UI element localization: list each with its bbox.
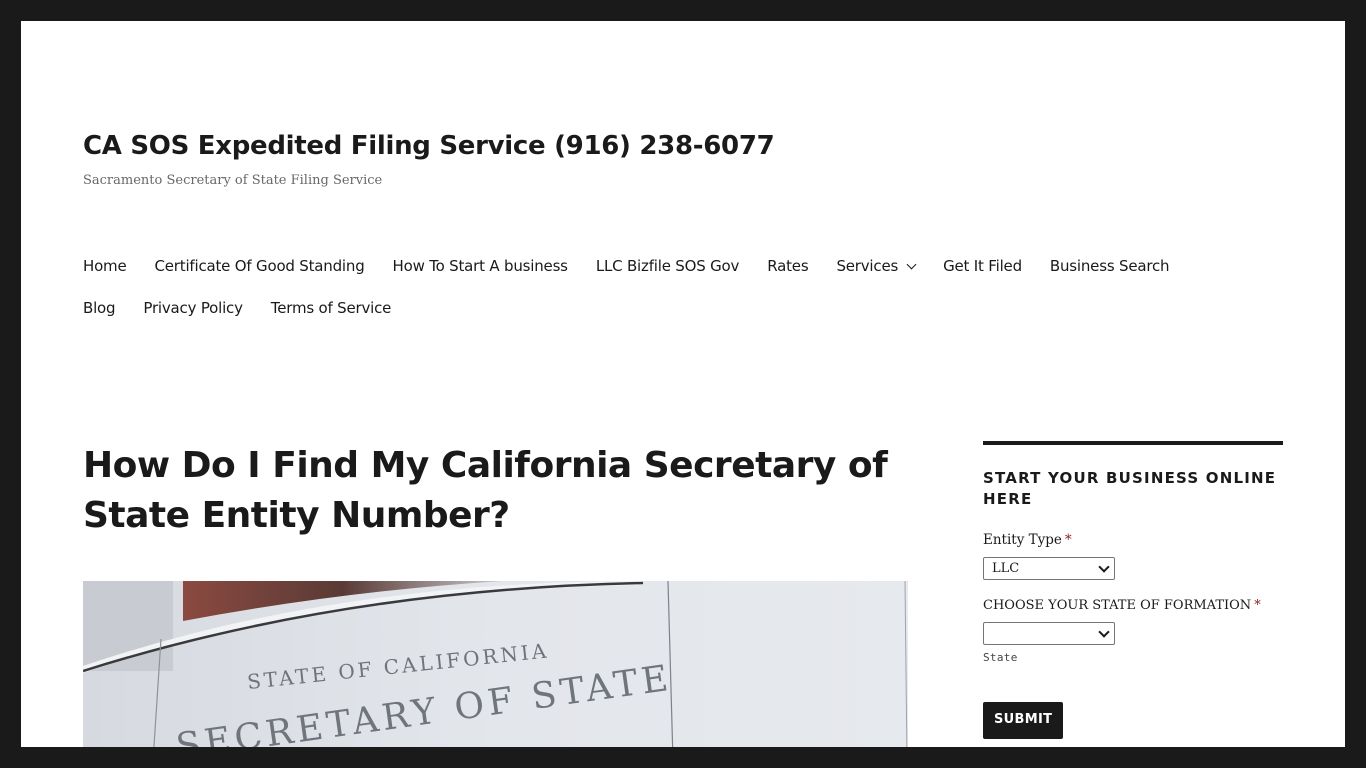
nav-item-privacy-policy[interactable]: Privacy Policy: [143, 299, 243, 317]
sidebar-widget: START YOUR BUSINESS ONLINE HERE Entity T…: [983, 441, 1283, 739]
featured-image: STATE OF CALIFORNIA SECRETARY OF STATE: [83, 581, 908, 747]
nav-item-services[interactable]: Services: [836, 257, 917, 275]
state-sublabel: State: [983, 651, 1018, 664]
nav-label: Blog: [83, 299, 116, 317]
nav-row-2: Blog Privacy Policy Terms of Service: [83, 295, 1293, 321]
nav-item-rates[interactable]: Rates: [767, 257, 808, 275]
required-asterisk: *: [1064, 532, 1072, 548]
entity-type-label: Entity Type *: [983, 532, 1283, 548]
chevron-down-icon: [1098, 560, 1110, 573]
nav-label: Terms of Service: [270, 299, 392, 317]
secretary-of-state-sign-image: STATE OF CALIFORNIA SECRETARY OF STATE: [83, 581, 908, 747]
nav-label: How To Start A business: [392, 257, 568, 275]
nav-label: Business Search: [1049, 257, 1170, 275]
site-description: Sacramento Secretary of State Filing Ser…: [83, 173, 383, 188]
chevron-down-icon[interactable]: [906, 259, 917, 269]
nav-item-blog[interactable]: Blog: [83, 299, 116, 317]
entity-type-value: LLC: [992, 561, 1020, 576]
state-of-formation-label-text: CHOOSE YOUR STATE OF FORMATION: [983, 598, 1252, 613]
nav-item-how-to-start-a-business[interactable]: How To Start A business: [393, 257, 568, 275]
entity-type-label-text: Entity Type: [983, 532, 1062, 548]
chevron-down-icon: [1098, 625, 1110, 638]
nav-label: Get It Filed: [943, 257, 1022, 275]
required-asterisk: *: [1254, 598, 1261, 613]
entity-type-select[interactable]: LLC: [983, 557, 1115, 580]
state-of-formation-label: CHOOSE YOUR STATE OF FORMATION *: [983, 598, 1283, 613]
nav-label: Home: [83, 257, 127, 275]
nav-item-certificate-of-good-standing[interactable]: Certificate Of Good Standing: [155, 257, 365, 275]
nav-label: Privacy Policy: [143, 299, 243, 317]
nav-row-1: Home Certificate Of Good Standing How To…: [83, 253, 1293, 279]
site-title-link[interactable]: CA SOS Expedited Filing Service (916) 23…: [83, 131, 775, 161]
nav-item-get-it-filed[interactable]: Get It Filed: [943, 257, 1022, 275]
main-navigation: Home Certificate Of Good Standing How To…: [83, 253, 1293, 337]
page: CA SOS Expedited Filing Service (916) 23…: [21, 21, 1345, 747]
nav-item-terms-of-service[interactable]: Terms of Service: [270, 299, 392, 317]
nav-item-business-search[interactable]: Business Search: [1049, 257, 1170, 275]
widget-title: START YOUR BUSINESS ONLINE HERE: [983, 469, 1277, 508]
submit-button[interactable]: SUBMIT: [983, 702, 1064, 739]
nav-label: Certificate Of Good Standing: [154, 257, 365, 275]
article-title: How Do I Find My California Secretary of…: [83, 445, 888, 536]
nav-label: Services: [836, 257, 899, 275]
nav-label: Rates: [767, 257, 809, 275]
nav-item-llc-bizfile-sos-gov[interactable]: LLC Bizfile SOS Gov: [595, 257, 740, 275]
nav-label: LLC Bizfile SOS Gov: [595, 257, 740, 275]
state-select[interactable]: [983, 622, 1115, 645]
nav-item-home[interactable]: Home: [83, 257, 127, 275]
